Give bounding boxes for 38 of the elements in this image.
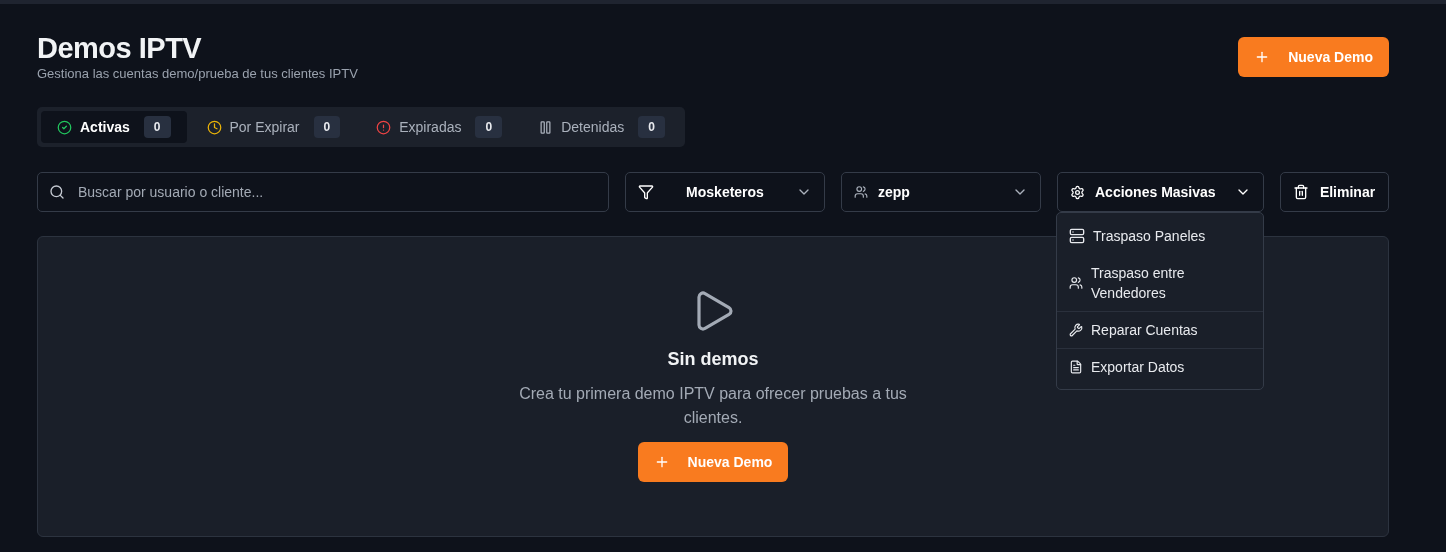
status-tab[interactable]: Expiradas 0: [360, 111, 519, 143]
tab-count: 0: [638, 116, 665, 138]
users-icon: [1069, 276, 1083, 290]
tab-label: Activas: [80, 119, 130, 135]
tab-label: Por Expirar: [229, 119, 300, 135]
check-circle-icon: [57, 119, 72, 135]
menu-item[interactable]: Traspaso Paneles: [1057, 217, 1263, 254]
wrench-icon: [1069, 323, 1083, 337]
page-title: Demos IPTV: [37, 32, 203, 64]
seller-select[interactable]: zepp: [841, 172, 1041, 212]
server-icon: [1069, 228, 1085, 244]
delete-button[interactable]: Eliminar: [1280, 172, 1389, 212]
menu-item[interactable]: Reparar Cuentas: [1057, 311, 1263, 348]
empty-title: Sin demos: [667, 349, 759, 370]
panel-select[interactable]: Mosketeros: [625, 172, 825, 212]
tab-label: Expiradas: [399, 119, 462, 135]
tab-count: 0: [475, 116, 503, 138]
status-tab[interactable]: Por Expirar 0: [190, 111, 357, 143]
trash-icon: [1293, 184, 1309, 200]
settings-icon: [1070, 184, 1085, 200]
status-tab[interactable]: Detenidas 0: [522, 111, 681, 143]
bulk-actions-button[interactable]: Acciones Masivas: [1057, 172, 1264, 212]
menu-item[interactable]: Traspaso entre Vendedores: [1057, 254, 1263, 311]
document-icon: [1069, 360, 1083, 374]
clock-icon: [206, 119, 222, 135]
search-icon: [49, 184, 65, 200]
tab-label: Detenidas: [561, 119, 625, 135]
filter-icon: [638, 184, 654, 200]
status-tab[interactable]: Activas 0: [41, 111, 187, 143]
page-subtitle: Gestiona las cuentas demo/prueba de tus clientes IPTV: [37, 66, 358, 81]
menu-item[interactable]: Exportar Datos: [1057, 348, 1263, 385]
search-field[interactable]: Buscar por usuario o cliente...: [37, 172, 609, 212]
empty-message: Crea tu primera demo IPTV para ofrecer pruebas a tus clientes.: [518, 384, 908, 428]
pause-icon: [538, 119, 554, 135]
tab-count: 0: [313, 116, 341, 138]
alert-circle-icon: [376, 119, 392, 135]
users-icon: [854, 185, 868, 199]
tab-count: 0: [143, 116, 171, 138]
